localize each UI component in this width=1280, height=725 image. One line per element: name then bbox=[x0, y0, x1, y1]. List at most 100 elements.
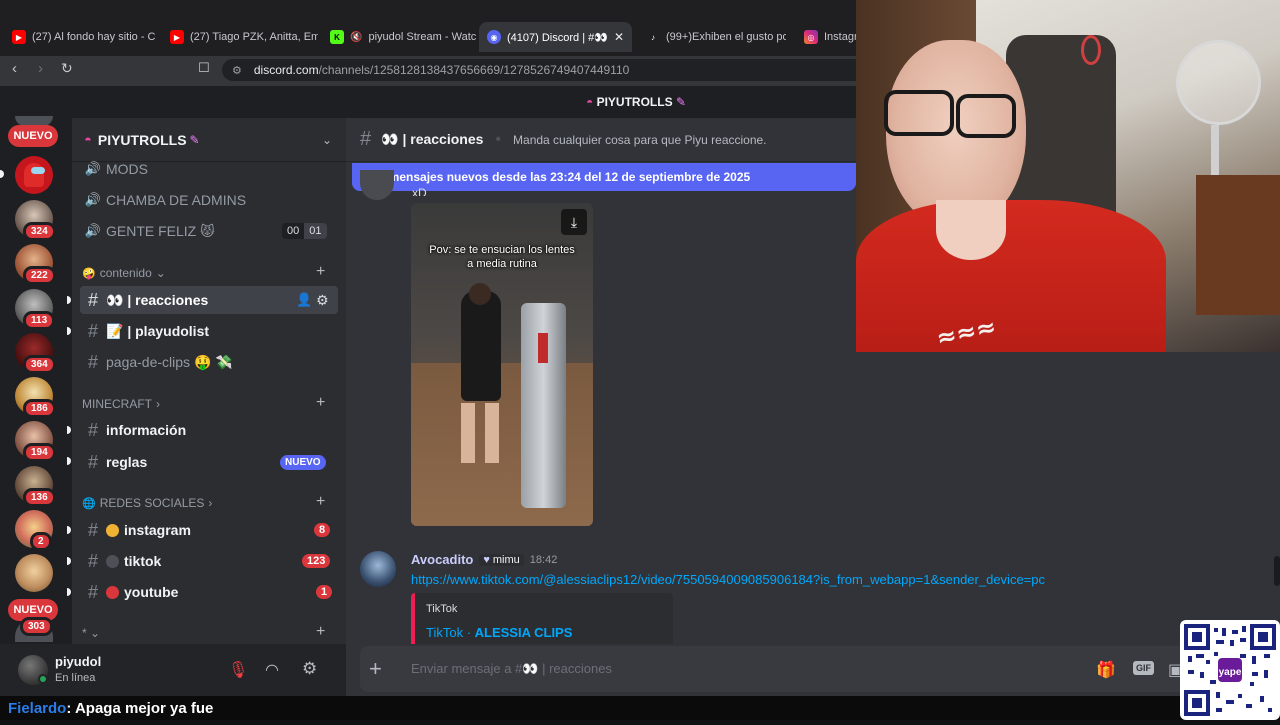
divider: • bbox=[495, 130, 502, 148]
tab-label: (4107) Discord | #👀 bbox=[507, 31, 608, 44]
close-tab-icon[interactable]: ✕ bbox=[614, 30, 624, 44]
url-field[interactable]: ⚙ discord.com/channels/12581281384376566… bbox=[222, 59, 882, 81]
add-channel-icon[interactable]: + bbox=[316, 394, 325, 412]
server-mention-badge: 2 bbox=[30, 532, 52, 551]
new-messages-bar[interactable]: 18 mensajes nuevos desde las 23:24 del 1… bbox=[352, 163, 856, 191]
category-contenido[interactable]: 🤪 contenido ⌄ bbox=[82, 266, 166, 280]
glasses-left bbox=[884, 90, 954, 136]
person-head bbox=[469, 283, 491, 305]
download-icon[interactable]: ⤓ bbox=[561, 209, 587, 235]
channel-topic[interactable]: Manda cualquier cosa para que Piyu reacc… bbox=[513, 133, 767, 147]
channel-reacciones[interactable]: # 👀 | reacciones 👤 ⚙ bbox=[80, 286, 338, 314]
pencil-icon: ✎ bbox=[675, 95, 687, 109]
channel-informacion[interactable]: # información bbox=[80, 416, 338, 444]
forward-icon[interactable]: › bbox=[38, 60, 43, 77]
server-icon-among-us[interactable] bbox=[15, 156, 53, 194]
bookmark-icon[interactable]: ☐ bbox=[198, 60, 210, 76]
server-mention-badge: 113 bbox=[23, 311, 56, 330]
site-info-icon[interactable]: ⚙ bbox=[232, 64, 242, 77]
emoji-icon: 🤪 bbox=[82, 267, 96, 280]
server-mention-badge: 303 bbox=[20, 617, 53, 636]
embed-title-prefix: TikTok · bbox=[426, 625, 475, 640]
qr-code: yape bbox=[1180, 620, 1280, 720]
hash-icon: # bbox=[87, 519, 98, 540]
discord-icon: ◉ bbox=[487, 30, 501, 44]
embed-title[interactable]: TikTok · ALESSIA CLIPS bbox=[426, 625, 572, 640]
video-attachment[interactable]: Pov: se te ensucian los lentes a media r… bbox=[411, 203, 593, 526]
voice-count-b: 01 bbox=[304, 223, 327, 239]
fan bbox=[1176, 40, 1261, 125]
mic-muted-icon[interactable]: 🎙 bbox=[228, 660, 248, 680]
voice-icon: 🔊 bbox=[84, 223, 102, 238]
chevron-down-icon[interactable]: ⌄ bbox=[322, 133, 332, 147]
server-emoji-icon: ◓ bbox=[586, 95, 594, 109]
tab-tiktok[interactable]: ♪ (99+)Exhiben el gusto por bbox=[646, 24, 786, 50]
webcam-overlay: ≈≈≈ bbox=[856, 0, 1280, 352]
category-label: REDES SOCIALES bbox=[99, 496, 205, 510]
black-circle-icon bbox=[106, 554, 119, 568]
server-mention-badge: 136 bbox=[23, 488, 56, 507]
channel-chamba-de-admins[interactable]: 🔊 CHAMBA DE ADMINS bbox=[80, 186, 338, 214]
server-icon-cat[interactable] bbox=[15, 554, 53, 592]
channel-name: youtube bbox=[124, 584, 179, 600]
category-redes-sociales[interactable]: 🌐 REDES SOCIALES › bbox=[82, 496, 212, 510]
mention-count: 123 bbox=[302, 554, 331, 568]
tab-discord-active[interactable]: ◉ (4107) Discord | #👀 ✕ bbox=[479, 22, 632, 52]
nuevo-badge-top: NUEVO bbox=[8, 125, 58, 147]
gift-icon[interactable]: 🎁 bbox=[1096, 660, 1116, 680]
channel-youtube[interactable]: # youtube 1 bbox=[80, 578, 338, 606]
neck bbox=[936, 200, 1006, 260]
tab-label: (99+)Exhiben el gusto por bbox=[666, 31, 786, 43]
server-mention-badge: 364 bbox=[23, 355, 56, 374]
message-link[interactable]: https://www.tiktok.com/@alessiaclips12/v… bbox=[411, 572, 1045, 587]
invite-icon[interactable]: 👤 bbox=[296, 292, 312, 308]
red-circle-icon bbox=[106, 585, 119, 599]
gear-icon[interactable]: ⚙ bbox=[316, 292, 329, 309]
tab-label: (27) Al fondo hay sitio - C bbox=[32, 31, 156, 43]
channel-playudolist[interactable]: # 📝 | playudolist bbox=[80, 317, 338, 345]
youtube-icon: ▶ bbox=[170, 30, 184, 44]
scrollbar-thumb[interactable] bbox=[1274, 556, 1280, 586]
kick-icon: K bbox=[330, 30, 344, 44]
tab-youtube-2[interactable]: ▶ (27) Tiago PZK, Anitta, Em bbox=[170, 24, 318, 50]
channel-gente-feliz[interactable]: 🔊 GENTE FELIZ 😾 00 01 bbox=[80, 217, 338, 245]
hash-icon: # bbox=[87, 550, 98, 571]
back-icon[interactable]: ‹ bbox=[12, 60, 17, 77]
channel-mods[interactable]: 🔊 MODS bbox=[80, 155, 338, 183]
wall-decoration bbox=[1081, 35, 1101, 65]
avatar[interactable] bbox=[360, 551, 396, 587]
tab-kick[interactable]: K 🔇 piyudol Stream - Watc bbox=[330, 24, 478, 50]
tab-youtube-1[interactable]: ▶ (27) Al fondo hay sitio - C bbox=[12, 24, 160, 50]
person-leg bbox=[485, 403, 499, 463]
role-tag[interactable]: ♥ mimu bbox=[479, 553, 524, 566]
hash-icon: # bbox=[87, 289, 98, 310]
heart-icon: ♥ bbox=[483, 553, 490, 566]
message-input[interactable]: Enviar mensaje a #👀 | reacciones bbox=[411, 661, 612, 677]
url-domain: discord.com bbox=[253, 63, 319, 77]
add-attachment-icon[interactable]: + bbox=[369, 656, 382, 682]
headphones-icon[interactable]: ◠ bbox=[265, 660, 279, 680]
category-minecraft[interactable]: MINECRAFT › bbox=[82, 397, 160, 411]
server-mention-badge: 194 bbox=[23, 443, 56, 462]
shelf bbox=[1196, 175, 1280, 315]
channel-title: 👀 | reacciones bbox=[381, 131, 484, 147]
category-extra[interactable]: * ⌄ bbox=[82, 626, 100, 640]
channel-tiktok[interactable]: # tiktok 123 bbox=[80, 547, 338, 575]
channel-instagram[interactable]: # instagram 8 bbox=[80, 516, 338, 544]
add-channel-icon[interactable]: + bbox=[316, 623, 325, 641]
channel-reglas[interactable]: # reglas NUEVO bbox=[80, 448, 338, 476]
user-name[interactable]: piyudol bbox=[55, 654, 101, 669]
channel-name: instagram bbox=[124, 522, 191, 538]
gif-icon[interactable]: GIF bbox=[1133, 661, 1154, 675]
embed-provider: TikTok bbox=[426, 603, 458, 615]
add-channel-icon[interactable]: + bbox=[316, 493, 325, 511]
youtube-icon: ▶ bbox=[12, 30, 26, 44]
reload-icon[interactable]: ↻ bbox=[61, 60, 73, 77]
message-text-fragment: xD bbox=[412, 186, 427, 196]
add-channel-icon[interactable]: + bbox=[316, 263, 325, 281]
message-author[interactable]: Avocadito bbox=[411, 552, 473, 567]
gear-icon[interactable]: ⚙ bbox=[302, 659, 317, 679]
tab-instagram[interactable]: ◎ Instagra bbox=[804, 24, 864, 50]
channel-paga-de-clips[interactable]: # paga-de-clips 🤑 💸 bbox=[80, 348, 338, 376]
url-path: /channels/1258128138437656669/1278526749… bbox=[318, 63, 630, 77]
